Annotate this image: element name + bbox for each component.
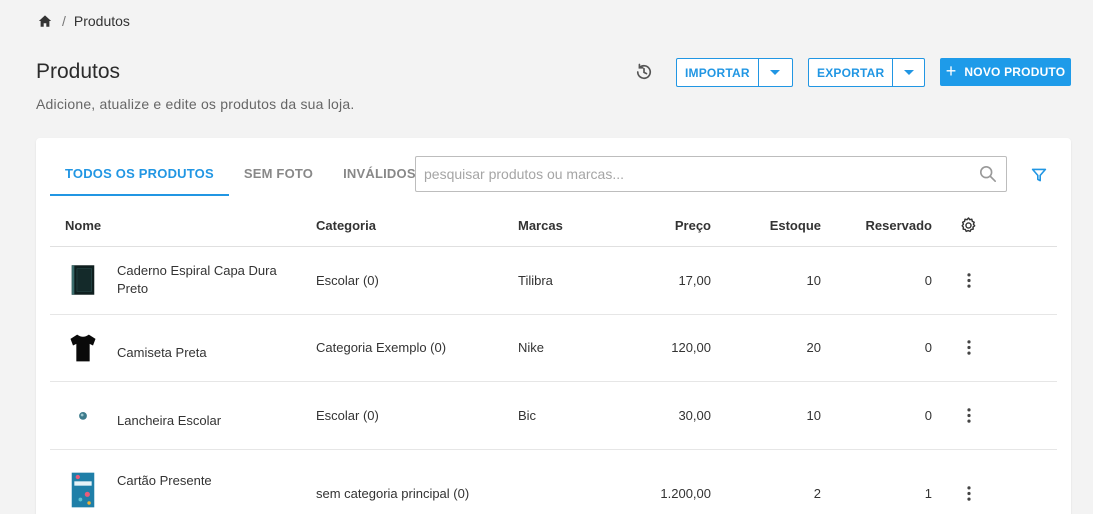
product-name-link[interactable]: Camiseta Preta (117, 344, 287, 362)
import-dropdown-toggle[interactable] (757, 59, 792, 86)
page-subtitle: Adicione, atualize e edite os produtos d… (36, 96, 355, 112)
search-box (415, 156, 1007, 192)
more-vertical-icon[interactable] (959, 405, 979, 425)
product-stock: 10 (806, 272, 821, 288)
more-vertical-icon[interactable] (959, 338, 979, 358)
history-icon[interactable] (633, 61, 655, 83)
table-header: Nome Categoria Marcas Preço Estoque Rese… (50, 204, 1057, 247)
filter-icon[interactable] (1030, 166, 1048, 184)
col-stock-header[interactable]: Estoque (711, 218, 821, 233)
product-category: sem categoria principal (0) (316, 486, 470, 502)
table-row[interactable]: Cartão Presente sem categoria principal … (50, 450, 1057, 514)
product-reserved: 1 (924, 486, 932, 502)
table-row[interactable]: Caderno Espiral Capa Dura Preto Escolar … (50, 247, 1057, 315)
search-input[interactable] (416, 157, 970, 191)
breadcrumb-current: Produtos (73, 13, 130, 29)
col-price-header[interactable]: Preço (628, 218, 711, 233)
col-reserved-header[interactable]: Reservado (821, 218, 932, 233)
product-reserved: 0 (924, 272, 932, 288)
product-tabs: TODOS OS PRODUTOS SEM FOTO INVÁLIDOS (50, 156, 431, 196)
tab-no-photo[interactable]: SEM FOTO (229, 156, 328, 196)
product-reserved: 0 (924, 340, 932, 356)
new-product-button[interactable]: + NOVO PRODUTO (940, 58, 1071, 86)
product-price: 120,00 (671, 340, 711, 356)
table-row[interactable]: Lancheira Escolar Escolar (0) Bic 30,00 … (50, 382, 1057, 450)
chevron-down-icon (770, 70, 781, 75)
page-title: Produtos (36, 60, 121, 83)
home-icon[interactable] (38, 14, 52, 28)
search-icon[interactable] (970, 165, 1006, 183)
product-thumbnail[interactable] (68, 330, 98, 366)
product-brand: Bic (518, 407, 537, 423)
col-brand-header[interactable]: Marcas (518, 218, 628, 233)
product-name-link[interactable]: Caderno Espiral Capa Dura Preto (117, 262, 287, 298)
product-brand: Nike (518, 340, 545, 356)
product-stock: 10 (806, 407, 821, 423)
breadcrumb-separator: / (62, 13, 66, 29)
more-vertical-icon[interactable] (959, 484, 979, 504)
product-reserved: 0 (924, 407, 932, 423)
plus-icon: + (945, 61, 957, 81)
import-label[interactable]: IMPORTAR (677, 59, 758, 86)
product-stock: 20 (806, 340, 821, 356)
product-category: Escolar (0) (316, 407, 379, 423)
product-category: Categoria Exemplo (0) (316, 340, 447, 356)
chevron-down-icon (903, 70, 914, 75)
tab-all-products[interactable]: TODOS OS PRODUTOS (50, 156, 229, 196)
product-name-link[interactable]: Lancheira Escolar (117, 412, 287, 430)
product-thumbnail[interactable] (68, 262, 98, 298)
col-category-header[interactable]: Categoria (316, 218, 518, 233)
gear-icon[interactable] (959, 215, 979, 235)
breadcrumb: / Produtos (38, 13, 130, 29)
table-row[interactable]: Camiseta Preta Categoria Exemplo (0) Nik… (50, 315, 1057, 382)
export-dropdown-toggle[interactable] (892, 59, 924, 86)
product-category: Escolar (0) (316, 272, 379, 288)
product-brand: Tilibra (518, 272, 553, 288)
product-stock: 2 (813, 486, 821, 502)
product-name-link[interactable]: Cartão Presente (117, 472, 287, 490)
product-thumbnail[interactable] (68, 397, 98, 433)
import-button[interactable]: IMPORTAR (676, 58, 793, 87)
product-price: 17,00 (678, 272, 711, 288)
products-table: Nome Categoria Marcas Preço Estoque Rese… (50, 204, 1057, 514)
col-name-header[interactable]: Nome (50, 218, 316, 233)
product-price: 30,00 (678, 407, 711, 423)
export-button[interactable]: EXPORTAR (808, 58, 925, 87)
product-price: 1.200,00 (660, 486, 711, 502)
export-label[interactable]: EXPORTAR (809, 59, 892, 86)
product-thumbnail[interactable] (68, 472, 98, 508)
more-vertical-icon[interactable] (959, 270, 979, 290)
new-product-label: NOVO PRODUTO (964, 65, 1066, 79)
products-card: TODOS OS PRODUTOS SEM FOTO INVÁLIDOS Nom… (36, 138, 1071, 514)
